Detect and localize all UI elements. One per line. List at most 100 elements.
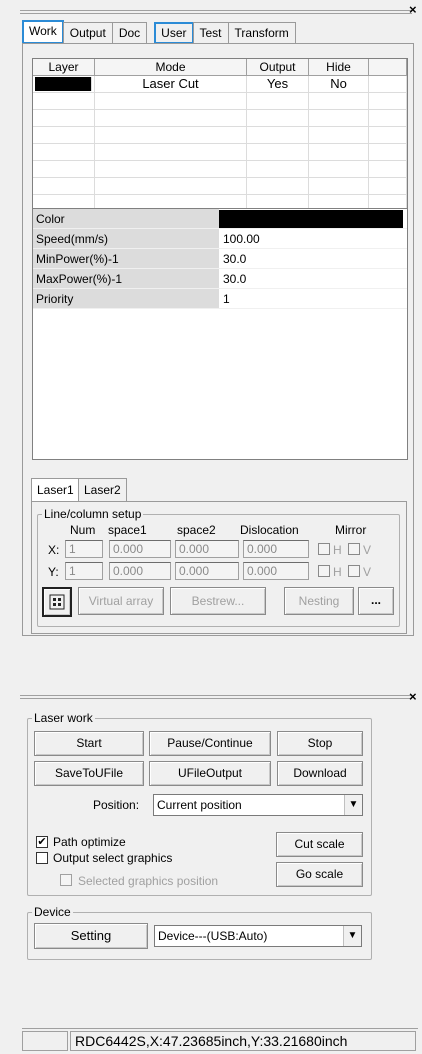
property-key: Priority (33, 289, 219, 308)
table-row[interactable]: Laser Cut Yes No (33, 76, 407, 93)
y-space1-input[interactable]: 0.000 (109, 562, 171, 580)
x-num-input[interactable]: 1 (65, 540, 103, 558)
output-select-graphics-checkbox[interactable] (36, 852, 48, 864)
start-button[interactable]: Start (34, 731, 144, 756)
selected-graphics-position-checkbox[interactable] (60, 874, 72, 886)
layer-output-cell[interactable]: Yes (247, 76, 309, 92)
header-dislocation: Dislocation (240, 523, 299, 537)
chevron-down-icon: ▼ (344, 795, 362, 815)
stop-button[interactable]: Stop (277, 731, 363, 756)
grid-array-icon (49, 594, 65, 610)
table-row-empty (33, 110, 407, 127)
work-tab-panel: Layer Mode Output Hide Laser Cut Yes No … (22, 43, 414, 636)
header-mirror: Mirror (335, 523, 367, 537)
layer-table: Layer Mode Output Hide Laser Cut Yes No (32, 58, 408, 211)
x-mirror-v-label: V (363, 543, 372, 557)
axis-x-label: X: (48, 543, 60, 557)
x-mirror-h-label: H (333, 543, 342, 557)
status-text: RDC6442S,X:47.23685inch,Y:33.21680inch (75, 1033, 348, 1049)
tab-laser1[interactable]: Laser1 (31, 478, 80, 502)
array-icon-button[interactable] (42, 587, 72, 617)
chevron-down-icon: ▼ (343, 926, 361, 946)
tab-doc[interactable]: Doc (111, 22, 148, 44)
property-key: MaxPower(%)-1 (33, 269, 219, 288)
line-column-title: Line/column setup (42, 507, 144, 521)
pause-continue-button[interactable]: Pause/Continue (149, 731, 271, 756)
property-value-color[interactable] (219, 209, 407, 228)
property-value-priority[interactable]: 1 (219, 289, 407, 308)
y-mirror-h-label: H (333, 565, 342, 579)
tab-transform[interactable]: Transform (227, 22, 296, 44)
col-header-hide[interactable]: Hide (309, 59, 369, 75)
go-scale-button[interactable]: Go scale (276, 862, 363, 887)
table-row-empty (33, 178, 407, 195)
axis-y-label: Y: (48, 565, 59, 579)
y-dislocation-input[interactable]: 0.000 (243, 562, 309, 580)
layer-property-grid: Color Speed(mm/s) 100.00 MinPower(%)-1 3… (32, 208, 408, 460)
save-to-ufile-button[interactable]: SaveToUFile (34, 761, 144, 786)
col-header-mode[interactable]: Mode (95, 59, 247, 75)
property-value-maxpower[interactable]: 30.0 (219, 269, 407, 288)
table-row-empty (33, 93, 407, 110)
col-header-empty (369, 59, 407, 75)
position-select-value: Current position (157, 798, 242, 812)
property-row-maxpower[interactable]: MaxPower(%)-1 30.0 (33, 269, 407, 289)
selected-graphics-position-label[interactable]: Selected graphics position (78, 874, 218, 888)
table-row-empty (33, 127, 407, 144)
device-select[interactable]: Device---(USB:Auto) ▼ (154, 925, 362, 947)
device-setting-button[interactable]: Setting (34, 923, 148, 949)
path-optimize-checkbox[interactable]: ✔ (36, 836, 48, 848)
x-space2-input[interactable]: 0.000 (175, 540, 239, 558)
bottom-panel-grip[interactable] (20, 695, 412, 699)
x-space1-input[interactable]: 0.000 (109, 540, 171, 558)
cut-scale-button[interactable]: Cut scale (276, 832, 363, 857)
more-button[interactable]: ... (358, 587, 394, 615)
header-space2: space2 (177, 523, 216, 537)
x-dislocation-input[interactable]: 0.000 (243, 540, 309, 558)
col-header-layer[interactable]: Layer (33, 59, 95, 75)
tab-laser2[interactable]: Laser2 (78, 478, 127, 502)
ufile-output-button[interactable]: UFileOutput (149, 761, 271, 786)
status-bar: RDC6442S,X:47.23685inch,Y:33.21680inch (22, 1028, 418, 1052)
layer-color-cell[interactable] (33, 76, 95, 92)
col-header-output[interactable]: Output (247, 59, 309, 75)
top-panel-grip[interactable] (20, 10, 412, 14)
property-row-speed[interactable]: Speed(mm/s) 100.00 (33, 229, 407, 249)
y-mirror-v-checkbox[interactable] (348, 565, 360, 577)
table-row-empty (33, 144, 407, 161)
bottom-panel-close-icon[interactable]: × (409, 690, 417, 703)
position-select[interactable]: Current position ▼ (153, 794, 363, 816)
y-mirror-v-label: V (363, 565, 372, 579)
layer-table-header: Layer Mode Output Hide (33, 59, 407, 76)
download-button[interactable]: Download (277, 761, 363, 786)
property-value-minpower[interactable]: 30.0 (219, 249, 407, 268)
tab-output[interactable]: Output (62, 22, 113, 44)
tab-work[interactable]: Work (22, 20, 64, 44)
property-row-priority[interactable]: Priority 1 (33, 289, 407, 309)
property-row-minpower[interactable]: MinPower(%)-1 30.0 (33, 249, 407, 269)
device-title: Device (32, 905, 73, 919)
x-mirror-v-checkbox[interactable] (348, 543, 360, 555)
y-space2-input[interactable]: 0.000 (175, 562, 239, 580)
layer-mode-cell[interactable]: Laser Cut (95, 76, 247, 92)
virtual-array-button[interactable]: Virtual array (78, 587, 164, 615)
tab-user[interactable]: User (154, 22, 194, 44)
table-row-empty (33, 161, 407, 178)
x-mirror-h-checkbox[interactable] (318, 543, 330, 555)
laser-work-title: Laser work (32, 711, 95, 725)
layer-color-swatch (35, 77, 92, 91)
property-key: MinPower(%)-1 (33, 249, 219, 268)
layer-hide-cell[interactable]: No (309, 76, 369, 92)
bestrew-button[interactable]: Bestrew... (170, 587, 266, 615)
y-num-input[interactable]: 1 (65, 562, 103, 580)
property-row-color[interactable]: Color (33, 209, 407, 229)
property-value-speed[interactable]: 100.00 (219, 229, 407, 248)
path-optimize-label[interactable]: Path optimize (53, 835, 126, 849)
tab-test[interactable]: Test (192, 22, 229, 44)
nesting-button[interactable]: Nesting (284, 587, 354, 615)
y-mirror-h-checkbox[interactable] (318, 565, 330, 577)
main-tabs: Work Output Doc User Test Transform (22, 20, 296, 44)
top-panel-close-icon[interactable]: × (409, 3, 417, 16)
color-swatch (219, 210, 403, 228)
output-select-graphics-label[interactable]: Output select graphics (53, 851, 172, 865)
